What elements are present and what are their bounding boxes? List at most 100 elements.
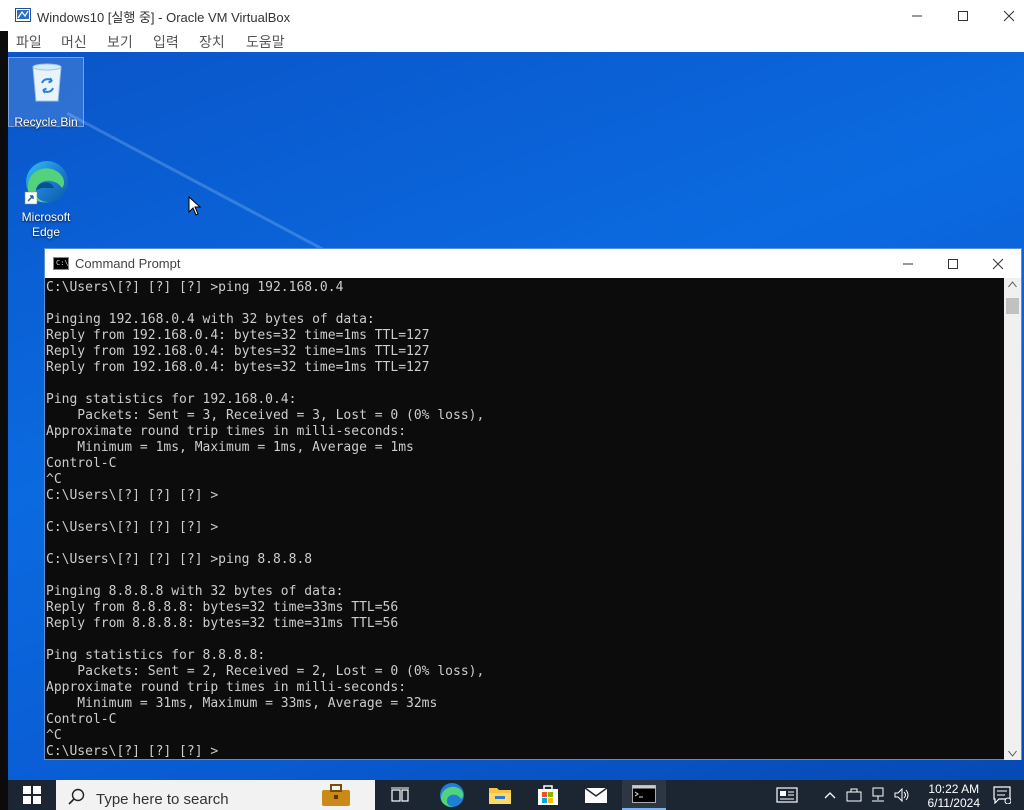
tray-volume[interactable] <box>892 780 912 810</box>
briefcase-icon <box>322 784 350 806</box>
tray-app[interactable] <box>844 780 864 810</box>
virtualbox-titlebar: Windows10 [실행 중] - Oracle VM VirtualBox <box>0 0 1024 31</box>
console-line: C:\Users\[?] [?] [?] > <box>46 520 219 535</box>
store-icon <box>538 785 558 805</box>
console-line: C:\Users\[?] [?] [?] > <box>46 488 219 503</box>
menu-machine[interactable]: 머신 <box>61 32 87 52</box>
console-line: Control-C <box>46 712 117 727</box>
console-line: Minimum = 31ms, Maximum = 33ms, Average … <box>46 696 438 711</box>
minimize-icon <box>903 263 913 264</box>
console-line: Control-C <box>46 456 117 471</box>
mail-icon <box>584 787 608 803</box>
cmd-close-button[interactable] <box>975 249 1021 278</box>
virtualbox-menubar: 파일 머신 보기 입력 장치 도움말 <box>0 31 1024 52</box>
search-placeholder: Type here to search <box>96 791 229 808</box>
minimize-icon <box>912 15 922 16</box>
console-line: Packets: Sent = 2, Received = 2, Lost = … <box>46 664 485 679</box>
console-line: Reply from 192.168.0.4: bytes=32 time=1m… <box>46 360 430 375</box>
desktop-icon-label: Recycle Bin <box>14 115 78 129</box>
menu-input[interactable]: 입력 <box>153 32 179 52</box>
console-line: Minimum = 1ms, Maximum = 1ms, Average = … <box>46 440 414 455</box>
scroll-down-icon[interactable] <box>1008 750 1017 757</box>
menu-file[interactable]: 파일 <box>16 32 42 52</box>
console-line: Approximate round trip times in milli-se… <box>46 680 407 695</box>
notification-icon <box>993 786 1011 804</box>
tray-app-icon <box>846 788 862 802</box>
close-icon <box>1003 10 1015 21</box>
action-center-button[interactable] <box>988 780 1016 810</box>
console-line: Reply from 192.168.0.4: bytes=32 time=1m… <box>46 344 430 359</box>
clock-date: 6/11/2024 <box>927 796 981 810</box>
desktop-icon-label: Microsoft Edge <box>21 210 71 239</box>
mouse-cursor-icon <box>188 196 202 216</box>
windows-start-icon <box>23 786 41 804</box>
console-line: C:\Users\[?] [?] [?] >ping 192.168.0.4 <box>46 280 344 295</box>
console-line: Reply from 8.8.8.8: bytes=32 time=33ms T… <box>46 600 399 615</box>
scrollbar-thumb[interactable] <box>1006 298 1019 314</box>
taskbar-store[interactable] <box>526 780 570 810</box>
start-button[interactable] <box>8 780 56 810</box>
menu-devices[interactable]: 장치 <box>199 32 225 52</box>
task-view-icon <box>391 787 409 802</box>
console-line: ^C <box>46 472 62 487</box>
taskbar: Type here to search 10:22 AM 6/11/2024 <box>8 780 1024 810</box>
console-line: Reply from 8.8.8.8: bytes=32 time=31ms T… <box>46 616 399 631</box>
chevron-up-icon <box>824 792 836 799</box>
menu-help[interactable]: 도움말 <box>246 32 285 52</box>
close-button[interactable] <box>986 0 1024 31</box>
virtualbox-app-icon <box>15 8 31 22</box>
taskbar-file-explorer[interactable] <box>478 780 522 810</box>
taskbar-edge[interactable] <box>430 780 474 810</box>
edge-icon <box>24 161 68 205</box>
cmd-minimize-button[interactable] <box>885 249 931 278</box>
window-title: Windows10 [실행 중] - Oracle VM VirtualBox <box>37 10 291 25</box>
scroll-up-icon[interactable] <box>1008 281 1017 288</box>
console-line: C:\Users\[?] [?] [?] >ping 8.8.8.8 <box>46 552 313 567</box>
console-line: Pinging 192.168.0.4 with 32 bytes of dat… <box>46 312 375 327</box>
taskbar-task-view[interactable] <box>380 780 420 810</box>
recycle-bin-icon <box>32 63 62 102</box>
tray-overflow-button[interactable] <box>820 780 840 810</box>
taskbar-mail[interactable] <box>574 780 618 810</box>
clock-time: 10:22 AM <box>928 782 980 796</box>
maximize-button[interactable] <box>940 0 986 31</box>
minimize-button[interactable] <box>894 0 940 31</box>
cmd-maximize-button[interactable] <box>930 249 976 278</box>
network-icon <box>872 787 884 802</box>
console-line: Packets: Sent = 3, Received = 3, Lost = … <box>46 408 485 423</box>
command-prompt-window[interactable]: C:\ Command Prompt C:\Users\[?] [?] [?] … <box>44 248 1022 760</box>
console-line: C:\Users\[?] [?] [?] > <box>46 744 219 759</box>
console-output[interactable]: C:\Users\[?] [?] [?] >ping 192.168.0.4 Pi… <box>45 278 1005 760</box>
tray-network[interactable] <box>868 780 888 810</box>
cmd-scrollbar[interactable] <box>1004 278 1021 760</box>
cmd-icon <box>632 785 656 803</box>
taskbar-clock[interactable]: 10:22 AM 6/11/2024 <box>928 782 981 810</box>
taskbar-briefcase-app[interactable] <box>314 780 358 810</box>
maximize-icon <box>948 258 958 269</box>
news-icon <box>776 787 798 803</box>
console-line: Ping statistics for 8.8.8.8: <box>46 648 266 663</box>
desktop-icon-recycle-bin[interactable]: Recycle Bin <box>8 57 84 129</box>
console-line: ^C <box>46 728 62 743</box>
console-line: Reply from 192.168.0.4: bytes=32 time=1m… <box>46 328 430 343</box>
taskbar-news[interactable] <box>772 780 802 810</box>
file-explorer-icon <box>489 788 511 804</box>
cmd-window-title: Command Prompt <box>75 256 181 271</box>
desktop-icon-edge[interactable]: Microsoft Edge <box>8 156 84 240</box>
edge-icon <box>440 783 464 808</box>
volume-icon <box>894 788 909 802</box>
menu-view[interactable]: 보기 <box>107 32 133 52</box>
close-icon <box>992 258 1004 269</box>
guest-frame-border <box>0 31 8 810</box>
taskbar-command-prompt[interactable] <box>622 780 666 810</box>
cmd-titlebar[interactable]: C:\ Command Prompt <box>45 249 1021 278</box>
cmd-app-icon: C:\ <box>53 257 69 270</box>
search-icon <box>68 788 85 805</box>
maximize-icon <box>958 10 968 21</box>
console-line: Ping statistics for 192.168.0.4: <box>46 392 297 407</box>
